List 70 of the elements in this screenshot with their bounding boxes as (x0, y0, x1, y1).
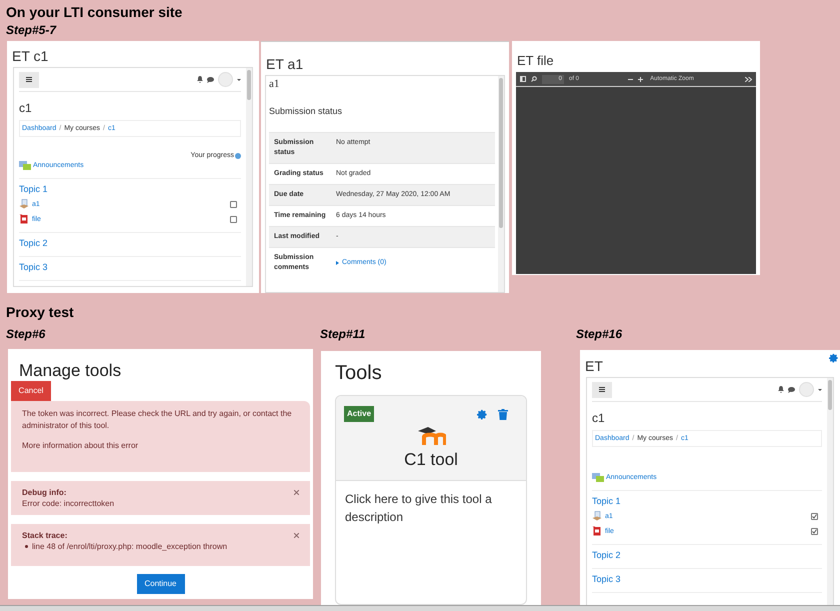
course-title: c1 (592, 412, 605, 424)
scrollbar[interactable] (246, 68, 252, 286)
chat-icon[interactable] (788, 386, 795, 392)
forum-icon (19, 161, 31, 170)
panel-title: ET c1 (11, 47, 50, 66)
sidebar-toggle-icon[interactable] (520, 76, 526, 82)
expand-icon (336, 261, 339, 265)
stack-trace-title: Stack trace: (22, 530, 68, 541)
menu-icon (26, 77, 32, 82)
caret-icon[interactable] (818, 388, 822, 390)
section-heading: On your LTI consumer site (6, 3, 184, 21)
step-label: Step#16 (576, 326, 624, 343)
assignment-icon (592, 511, 602, 521)
panel-title: ET (584, 357, 603, 374)
tool-name: C1 tool (404, 450, 458, 470)
section-title: Submission status (269, 107, 344, 116)
debug-title: Debug info: (22, 487, 68, 498)
page-title: Manage tools (18, 360, 122, 381)
completion-checkbox[interactable] (230, 200, 237, 208)
bullet-icon (25, 545, 28, 548)
topic-link[interactable]: Topic 1 (592, 497, 822, 506)
completion-checkbox[interactable] (811, 512, 818, 520)
forum-icon (592, 473, 604, 482)
delete-icon[interactable] (498, 408, 508, 420)
course-title: c1 (19, 102, 32, 114)
page-title: Tools (335, 361, 383, 385)
topic-link[interactable]: Topic 3 (19, 263, 241, 272)
completion-checkbox[interactable] (230, 216, 237, 222)
assignment-title: a1 (269, 77, 280, 91)
topic-link[interactable]: Topic 1 (19, 185, 241, 194)
completion-checkbox[interactable] (811, 528, 818, 534)
search-icon[interactable] (531, 76, 537, 82)
cancel-button[interactable]: Cancel (11, 381, 51, 401)
menu-button[interactable] (592, 382, 612, 398)
bell-icon[interactable] (778, 386, 784, 393)
topic-link[interactable]: Topic 3 (592, 575, 822, 584)
debug-text: Error code: incorrecttoken (22, 498, 114, 509)
pdf-file-icon (592, 526, 602, 536)
gear-icon[interactable] (829, 353, 839, 363)
pdf-file-icon (19, 214, 29, 224)
tool-description[interactable]: Click here to give this tool a description (336, 481, 526, 526)
bell-icon[interactable] (197, 76, 203, 83)
stack-trace-line: line 48 of /enrol/lti/proxy.php: moodle_exception thrown (32, 541, 228, 552)
check-icon (812, 528, 817, 534)
status-badge: Active (344, 406, 374, 422)
menu-button[interactable] (19, 72, 39, 88)
step-label: Step#6 (6, 326, 46, 343)
close-icon[interactable] (294, 533, 299, 538)
continue-button[interactable]: Continue (136, 574, 184, 594)
gear-icon[interactable] (477, 408, 488, 420)
mortarboard-logo-icon (416, 426, 446, 446)
panel-title: ET a1 (265, 55, 304, 74)
more-tools-icon[interactable] (745, 76, 752, 82)
step-label: Step#11 (320, 326, 366, 343)
chat-icon[interactable] (207, 76, 214, 82)
caret-icon[interactable] (237, 78, 241, 80)
step-label: Step#5-7 (6, 22, 58, 39)
section-heading: Proxy test (6, 304, 74, 320)
panel-title: ET file (516, 52, 555, 70)
check-icon (812, 514, 817, 518)
menu-icon (599, 387, 605, 392)
scrollbar[interactable] (498, 76, 504, 292)
more-info-text: More information about this error (22, 440, 140, 452)
assignment-icon (19, 199, 29, 209)
close-icon[interactable] (294, 490, 299, 495)
topic-link[interactable]: Topic 2 (592, 551, 822, 560)
scrollbar[interactable] (827, 378, 833, 605)
topic-link[interactable]: Topic 2 (19, 239, 241, 248)
zoom-in-icon[interactable] (638, 76, 644, 82)
error-message: The token was incorrect. Please check the URL and try again, or contact the administrator of this tool. (22, 408, 293, 432)
